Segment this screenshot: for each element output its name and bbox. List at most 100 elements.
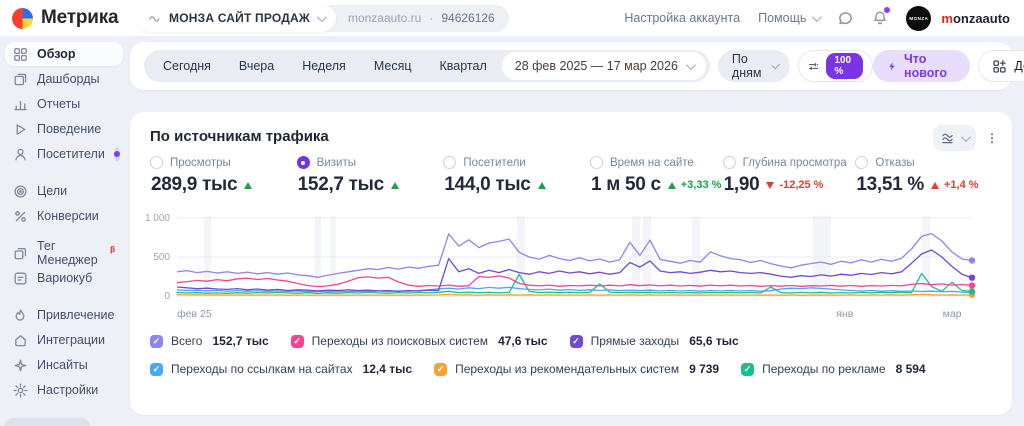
legend-item-4[interactable]: ✓Переходы из рекомендательных систем9 73… bbox=[434, 362, 719, 376]
chart-legend: ✓ Всего 152,7 тыс ✓Переходы из поисковых си… bbox=[150, 334, 950, 376]
metric-radio[interactable] bbox=[855, 156, 868, 169]
legend-item-3[interactable]: ✓Переходы по ссылкам на сайтах12,4 тыс bbox=[150, 362, 412, 376]
legend-item-0[interactable]: ✓ Всего 152,7 тыс bbox=[150, 334, 269, 348]
checkbox-checked-icon[interactable]: ✓ bbox=[150, 363, 163, 376]
date-range-dropdown[interactable]: 28 фев 2025 — 17 мар 2026 bbox=[502, 52, 706, 80]
metric-delta: +1,4 % bbox=[944, 179, 979, 191]
range-item-1[interactable]: Вчера bbox=[226, 59, 287, 73]
metric-radio[interactable] bbox=[150, 156, 163, 169]
sidebar-item-behavior[interactable]: Поведение bbox=[5, 117, 123, 141]
metric-delta: +3,33 % bbox=[681, 179, 722, 191]
app-name: Метрика bbox=[41, 7, 118, 29]
traffic-chart[interactable] bbox=[177, 210, 979, 305]
sparkle-icon bbox=[13, 358, 28, 373]
account-settings-link[interactable]: Настройка аккаунта bbox=[624, 11, 740, 25]
card-kebab-button[interactable]: ⋮ bbox=[986, 131, 998, 145]
metric-tab-0[interactable]: Просмотры289,9 тыс bbox=[150, 156, 297, 196]
help-menu[interactable]: Помощь bbox=[758, 11, 819, 25]
metric-tab-5[interactable]: Отказы13,51 %+1,4 % bbox=[855, 156, 988, 196]
metric-radio[interactable] bbox=[723, 156, 736, 169]
whats-new-button[interactable]: Что нового bbox=[873, 50, 970, 82]
sidebar-item-reports[interactable]: Отчеты bbox=[5, 92, 123, 116]
metric-tab-2[interactable]: Посетители144,0 тыс bbox=[443, 156, 590, 196]
chart-type-dropdown[interactable] bbox=[933, 125, 976, 151]
sidebar-item-integrations[interactable]: Интеграции bbox=[5, 328, 123, 352]
sidebar-item-dashboards[interactable]: Дашборды bbox=[5, 67, 123, 91]
sidebar-item-insights[interactable]: Инсайты bbox=[5, 353, 123, 377]
notifications-button[interactable] bbox=[872, 10, 888, 26]
legend-series-name: Переходы по ссылкам на сайтах bbox=[171, 362, 353, 376]
trend-up-icon bbox=[244, 182, 252, 189]
checkbox-checked-icon[interactable]: ✓ bbox=[434, 363, 447, 376]
chevron-down-icon bbox=[317, 12, 327, 22]
sidebar-item-label: Привлечение bbox=[37, 308, 114, 322]
x-tick-label: мар bbox=[943, 308, 962, 320]
gear-icon bbox=[13, 383, 28, 398]
sidebar-item-label: Конверсии bbox=[37, 209, 99, 223]
metric-value: 1,90 bbox=[724, 174, 760, 196]
range-item-4[interactable]: Квартал bbox=[427, 59, 500, 73]
counter-dropdown[interactable]: МОНЗА САЙТ ПРОДАЖ bbox=[136, 5, 336, 32]
sidebar-item-conversions[interactable]: Конверсии bbox=[5, 204, 123, 228]
x-tick-label: фев 25 bbox=[177, 308, 212, 320]
metric-value: 13,51 % bbox=[856, 174, 924, 196]
legend-item-2[interactable]: ✓Прямые заходы65,6 тыс bbox=[570, 334, 739, 348]
sidebar-item-settings[interactable]: Настройки bbox=[5, 378, 123, 402]
legend-item-5[interactable]: ✓Переходы по рекламе8 594 bbox=[741, 362, 926, 376]
range-item-3[interactable]: Месяц bbox=[361, 59, 425, 73]
metric-tab-4[interactable]: Глубина просмотра1,90-12,25 % bbox=[723, 156, 856, 196]
sidebar-item-label: Интеграции bbox=[37, 333, 105, 347]
sidebar-item-visitors[interactable]: Посетители bbox=[5, 142, 123, 166]
chevron-down-icon bbox=[961, 132, 971, 142]
checkbox-checked-icon[interactable]: ✓ bbox=[291, 335, 304, 348]
traffic-sources-card: По источникам трафика ⋮ Просмотры289,9 т… bbox=[130, 112, 1012, 415]
sidebar-item-variocube[interactable]: Вариокуб bbox=[5, 266, 123, 290]
sidebar-item-label: Дашборды bbox=[37, 72, 100, 86]
chat-button[interactable] bbox=[837, 10, 854, 27]
sidebar-item-label: Тег Менеджер bbox=[37, 239, 100, 267]
checkbox-checked-icon[interactable]: ✓ bbox=[741, 363, 754, 376]
legend-series-name: Всего bbox=[171, 334, 202, 348]
home-icon bbox=[13, 333, 28, 348]
metric-value: 289,9 тыс bbox=[151, 174, 237, 196]
metric-radio[interactable] bbox=[297, 156, 310, 169]
counter-domain[interactable]: monzaauto.ru bbox=[348, 11, 421, 25]
flame-icon bbox=[13, 308, 28, 323]
metric-radio[interactable] bbox=[443, 156, 456, 169]
range-item-0[interactable]: Сегодня bbox=[150, 59, 224, 73]
sidebar-item-tag-manager[interactable]: Тег Менеджер β bbox=[5, 241, 123, 265]
sidebar-item-overview[interactable]: Обзор bbox=[5, 42, 123, 66]
granularity-dropdown[interactable]: По дням bbox=[718, 50, 791, 82]
sidebar-item-label: Посетители bbox=[37, 147, 105, 161]
metric-tab-3[interactable]: Время на сайте 1 м 50 с +3,33 % bbox=[590, 156, 723, 196]
legend-series-value: 8 594 bbox=[896, 362, 926, 376]
add-widget-button[interactable]: Добавить bbox=[978, 50, 1024, 82]
checkbox-checked-icon[interactable]: ✓ bbox=[570, 335, 583, 348]
app-logo[interactable]: Метрика bbox=[0, 7, 128, 29]
legend-item-1[interactable]: ✓Переходы из поисковых систем47,6 тыс bbox=[291, 334, 548, 348]
beta-badge: β bbox=[110, 245, 115, 254]
sampling-button[interactable]: 100 % bbox=[798, 50, 873, 82]
trend-up-icon bbox=[391, 182, 399, 189]
metric-value: 1 м 50 с bbox=[591, 174, 661, 196]
metric-tab-1[interactable]: Визиты152,7 тыс bbox=[297, 156, 444, 196]
metric-radio[interactable] bbox=[590, 156, 603, 169]
legend-series-value: 47,6 тыс bbox=[498, 334, 548, 348]
target-icon bbox=[13, 184, 28, 199]
range-item-2[interactable]: Неделя bbox=[289, 59, 359, 73]
play-icon bbox=[13, 122, 28, 137]
sidebar: Обзор Дашборды ОтчетыПоведение Посетители Це… bbox=[0, 36, 128, 426]
counter-selector: МОНЗА САЙТ ПРОДАЖ monzaauto.ru · 9462612… bbox=[136, 5, 509, 32]
checkbox-checked-icon[interactable]: ✓ bbox=[150, 335, 163, 348]
legend-series-value: 65,6 тыс bbox=[689, 334, 739, 348]
counter-id: 94626126 bbox=[441, 11, 494, 25]
avatar[interactable]: MONZA bbox=[906, 6, 931, 31]
legend-series-value: 152,7 тыс bbox=[212, 334, 268, 348]
person-icon bbox=[13, 147, 28, 162]
metric-label: Глубина просмотра bbox=[743, 157, 847, 169]
sidebar-item-goals[interactable]: Цели bbox=[5, 179, 123, 203]
user-name[interactable]: monzaauto bbox=[941, 11, 1010, 26]
sidebar-item-attraction[interactable]: Привлечение bbox=[5, 303, 123, 327]
chevron-down-icon bbox=[771, 60, 779, 68]
metric-label: Время на сайте bbox=[610, 157, 694, 169]
